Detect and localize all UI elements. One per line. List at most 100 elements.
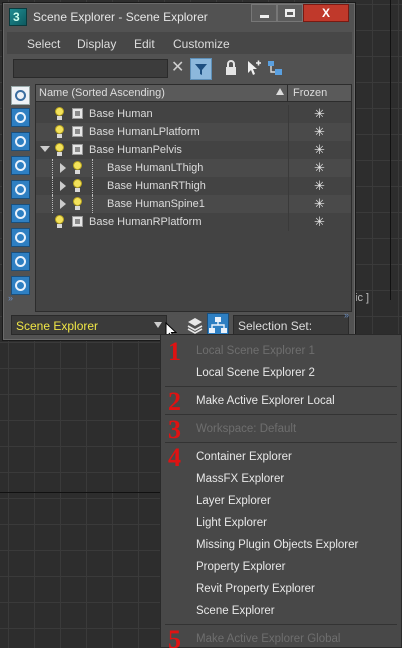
column-separator (288, 195, 289, 213)
explorer-selector-dropdown[interactable]: Scene Explorer (11, 315, 167, 335)
expand-triangle-right-icon[interactable] (60, 163, 66, 173)
context-menu-item[interactable]: Revit Property Explorer (196, 583, 315, 595)
toolbar-overflow-icon[interactable]: » (8, 293, 13, 303)
title-bar[interactable]: 3 Scene Explorer - Scene Explorer X (3, 3, 355, 31)
menu-separator (165, 386, 397, 387)
context-menu-item[interactable]: Local Scene Explorer 2 (196, 367, 315, 379)
object-type-icon (72, 144, 83, 155)
display-bones-button[interactable] (11, 276, 30, 295)
lightbulb-visibility-icon[interactable] (54, 125, 65, 139)
snowflake-icon[interactable]: ✳ (314, 160, 325, 176)
column-separator (288, 123, 289, 141)
scene-tree-grid: Name (Sorted Ascending) Frozen Base Huma… (35, 84, 352, 312)
snowflake-icon[interactable]: ✳ (314, 124, 325, 140)
viewport-edge-vertical (390, 0, 391, 300)
group-icon (15, 232, 26, 243)
explorer-selector-value: Scene Explorer (16, 319, 99, 333)
lightbulb-visibility-icon[interactable] (72, 179, 83, 193)
context-menu-item[interactable]: Missing Plugin Objects Explorer (196, 539, 358, 551)
display-spacewarps-button[interactable] (11, 204, 30, 223)
snowflake-icon[interactable]: ✳ (314, 196, 325, 212)
tree-connector-line (52, 159, 53, 177)
frozen-column-header[interactable]: Frozen (293, 87, 327, 99)
expand-triangle-right-icon[interactable] (60, 181, 66, 191)
menu-edit[interactable]: Edit (134, 37, 155, 51)
viewport-edge-horizontal (0, 492, 160, 493)
lightbulb-visibility-icon[interactable] (54, 215, 65, 229)
display-geometry-button[interactable] (11, 86, 30, 105)
context-menu-item[interactable]: Make Active Explorer Local (196, 395, 335, 407)
bone-type-icon (92, 159, 93, 177)
red-marker-number: 5 (168, 625, 181, 648)
tree-row[interactable]: Base HumanRPlatform ✳ (36, 213, 351, 231)
lightbulb-visibility-icon[interactable] (72, 161, 83, 175)
filter-button[interactable] (190, 58, 212, 80)
hierarchy-select-icon[interactable] (267, 60, 283, 76)
display-xrefs-button[interactable] (11, 252, 30, 271)
search-input[interactable] (13, 59, 168, 78)
lightbulb-visibility-icon[interactable] (72, 197, 83, 211)
expand-triangle-right-icon[interactable] (60, 199, 66, 209)
tree-row[interactable]: Base HumanLPlatform ✳ (36, 123, 351, 141)
minimize-icon (259, 14, 269, 18)
tree-row[interactable]: Base HumanPelvis ✳ (36, 141, 351, 159)
sphere-icon (15, 90, 26, 101)
object-type-icon (72, 126, 83, 137)
selection-set-field[interactable]: Selection Set: (233, 315, 349, 335)
maximize-button[interactable] (277, 4, 303, 22)
menu-customize[interactable]: Customize (173, 37, 230, 51)
display-shapes-button[interactable] (11, 108, 30, 127)
spacewarp-icon (15, 208, 26, 219)
lightbulb-visibility-icon[interactable] (54, 143, 65, 157)
xref-icon (15, 256, 26, 267)
object-type-icon (72, 108, 83, 119)
close-icon: X (321, 6, 330, 20)
layers-icon[interactable] (185, 314, 205, 336)
object-type-toolbar (9, 86, 33, 298)
display-cameras-button[interactable] (11, 156, 30, 175)
snowflake-icon[interactable]: ✳ (314, 178, 325, 194)
lock-icon[interactable] (223, 60, 239, 76)
snowflake-icon[interactable]: ✳ (314, 106, 325, 122)
helper-icon (15, 184, 26, 195)
minimize-button[interactable] (251, 4, 277, 22)
select-add-icon[interactable] (245, 60, 261, 76)
tree-row[interactable]: Base HumanLThigh ✳ (36, 159, 351, 177)
context-menu-item[interactable]: Container Explorer (196, 451, 292, 463)
camera-icon (15, 160, 26, 171)
context-menu-item[interactable]: Layer Explorer (196, 495, 271, 507)
hierarchy-icon (209, 317, 227, 333)
context-menu-item[interactable]: Scene Explorer (196, 605, 275, 617)
menu-select[interactable]: Select (27, 37, 60, 51)
menu-separator (165, 442, 397, 443)
context-menu-item[interactable]: Light Explorer (196, 517, 267, 529)
snowflake-icon[interactable]: ✳ (314, 214, 325, 230)
context-menu-item[interactable]: MassFX Explorer (196, 473, 284, 485)
close-button[interactable]: X (303, 4, 349, 22)
bottom-overflow-icon[interactable]: » (344, 310, 349, 320)
tree-row[interactable]: Base HumanRThigh ✳ (36, 177, 351, 195)
red-marker-number: 1 (168, 337, 181, 366)
column-separator (288, 177, 289, 195)
context-menu-item[interactable]: Property Explorer (196, 561, 285, 573)
tree-row[interactable]: Base Human ✳ (36, 105, 351, 123)
column-separator (288, 159, 289, 177)
name-column-header[interactable]: Name (Sorted Ascending) (36, 85, 288, 102)
snowflake-icon[interactable]: ✳ (314, 142, 325, 158)
display-lights-button[interactable] (11, 132, 30, 151)
clear-search-icon[interactable]: ✕ (171, 59, 185, 77)
lightbulb-visibility-icon[interactable] (54, 107, 65, 121)
tree-row-name: Base HumanLThigh (107, 162, 204, 174)
display-helpers-button[interactable] (11, 180, 30, 199)
name-column-label: Name (Sorted Ascending) (39, 87, 165, 99)
display-groups-button[interactable] (11, 228, 30, 247)
chevron-down-icon (154, 322, 162, 328)
menu-separator (165, 414, 397, 415)
menu-display[interactable]: Display (77, 37, 116, 51)
expand-triangle-down-icon[interactable] (40, 146, 50, 152)
bone-type-icon (92, 177, 93, 195)
tree-row-name: Base HumanRThigh (107, 180, 206, 192)
bone-type-icon (92, 195, 93, 213)
tree-row[interactable]: Base HumanSpine1 ✳ (36, 195, 351, 213)
tree-row-name: Base HumanLPlatform (89, 126, 200, 138)
